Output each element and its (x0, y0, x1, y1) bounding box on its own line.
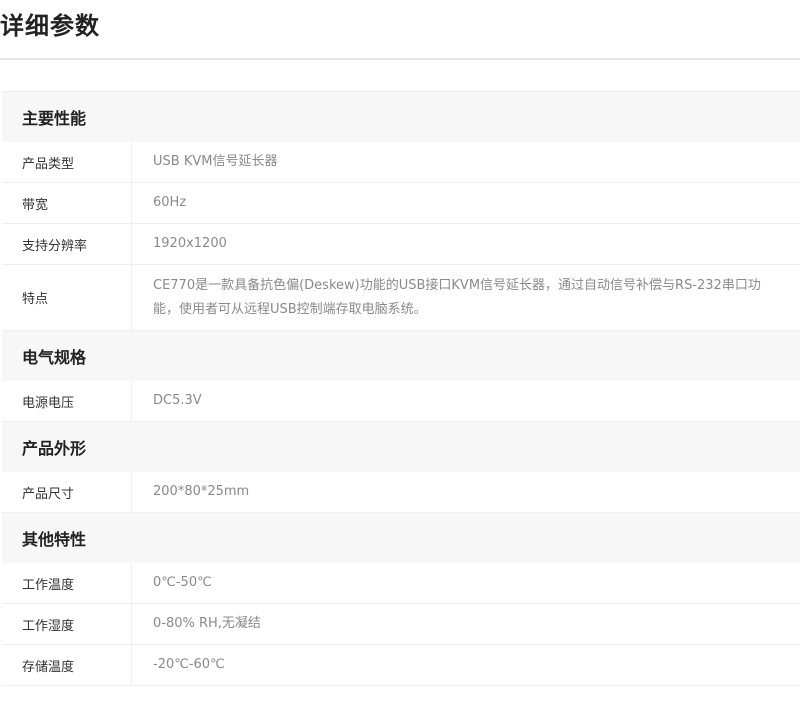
spec-row: 存储温度 -20℃-60℃ (2, 645, 800, 686)
spec-label: 支持分辨率 (2, 224, 132, 264)
section-header-other: 其他特性 (2, 513, 800, 563)
spec-value: 60Hz (153, 195, 187, 210)
spec-value: DC5.3V (153, 393, 202, 408)
spec-row: 支持分辨率 1920x1200 (2, 224, 800, 265)
spec-label: 存储温度 (2, 645, 132, 685)
spec-row: 工作温度 0℃-50℃ (2, 563, 800, 604)
spec-table: 主要性能 产品类型 USB KVM信号延长器 带宽 60Hz 支持分辨率 192… (2, 91, 800, 686)
title-divider (0, 58, 800, 60)
spec-label: 产品尺寸 (2, 472, 132, 512)
spec-label: 工作湿度 (2, 604, 132, 644)
spec-row: 带宽 60Hz (2, 183, 800, 224)
spec-value: 1920x1200 (153, 236, 227, 251)
spec-row: 产品尺寸 200*80*25mm (2, 472, 800, 513)
spec-row: 电源电压 DC5.3V (2, 381, 800, 422)
spec-row: 工作湿度 0-80% RH,无凝结 (2, 604, 800, 645)
spec-label: 电源电压 (2, 381, 132, 421)
spec-label: 工作温度 (2, 563, 132, 603)
section-header-main-performance: 主要性能 (2, 92, 800, 142)
spec-value: 0-80% RH,无凝结 (153, 616, 261, 631)
spec-value: 0℃-50℃ (153, 575, 212, 590)
section-header-appearance: 产品外形 (2, 422, 800, 472)
spec-value: CE770是一款具备抗色偏(Deskew)功能的USB接口KVM信号延长器，通过… (153, 277, 761, 317)
spec-value: 200*80*25mm (153, 484, 250, 499)
spec-label: 带宽 (2, 183, 132, 223)
spec-row: 产品类型 USB KVM信号延长器 (2, 142, 800, 183)
spec-value: USB KVM信号延长器 (153, 154, 278, 169)
spec-row: 特点 CE770是一款具备抗色偏(Deskew)功能的USB接口KVM信号延长器… (2, 265, 800, 331)
section-header-electrical: 电气规格 (2, 331, 800, 381)
spec-label: 产品类型 (2, 142, 132, 182)
spec-label: 特点 (2, 265, 132, 330)
spec-value: -20℃-60℃ (153, 657, 225, 672)
page-title: 详细参数 (0, 12, 100, 40)
